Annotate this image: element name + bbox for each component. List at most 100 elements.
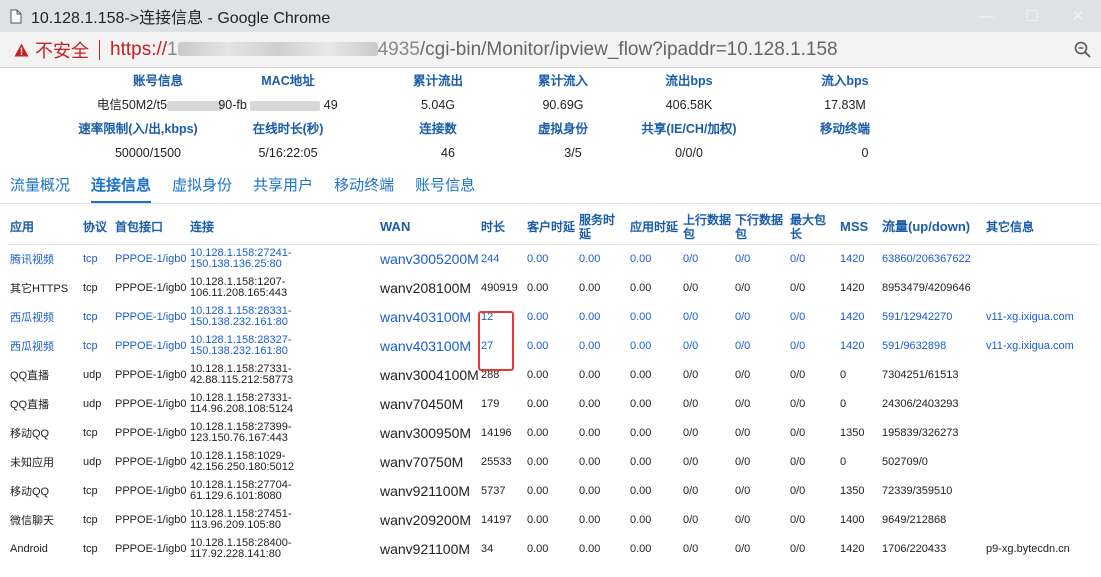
table-row[interactable]: QQ直播 udp PPPOE-1/igb0 10.128.1.158:27331- 42… (8, 360, 1098, 389)
mss-cell: 1350 (840, 426, 865, 439)
url-text[interactable]: https://1 4935/cgi-bin/Monitor/ipview_flo… (110, 39, 838, 61)
mss-cell: 1420 (840, 252, 865, 265)
server-latency-cell: 0.00 (579, 484, 601, 497)
wan-cell[interactable]: wanv921100M (378, 476, 479, 505)
column-header[interactable]: 时长 (479, 210, 525, 245)
table-row[interactable]: 西瓜视频 tcp PPPOE-1/igb0 10.128.1.158:28331- 15… (8, 302, 1098, 331)
url-host-prefix: 1 (167, 38, 178, 60)
table-row[interactable]: 其它HTTPS tcp PPPOE-1/igb0 10.128.1.158:1207-… (8, 273, 1098, 302)
column-header[interactable]: 服务时延 (577, 210, 628, 245)
app-latency-cell: 0.00 (630, 310, 652, 323)
app-cell[interactable]: QQ直播 (8, 389, 81, 418)
app-latency-cell: 0.00 (630, 542, 652, 555)
column-header[interactable]: 应用 (8, 210, 81, 245)
other-info-cell (984, 389, 1098, 418)
tab-virtual-identity[interactable]: 虚拟身份 (172, 171, 232, 203)
wan-cell[interactable]: wanv403100M (378, 331, 479, 360)
app-cell[interactable]: 西瓜视频 (8, 302, 81, 331)
other-info-cell (984, 505, 1098, 534)
column-header[interactable]: 客户时延 (525, 210, 577, 245)
duration-cell: 244 (481, 252, 500, 265)
url-host-redacted (177, 42, 378, 57)
zoom-icon[interactable] (1073, 40, 1093, 60)
app-cell[interactable]: 微信聊天 (8, 505, 81, 534)
app-cell[interactable]: 未知应用 (8, 447, 81, 476)
max-length-cell: 0/0 (790, 310, 806, 323)
column-header[interactable]: MSS (838, 210, 880, 245)
column-header[interactable]: 其它信息 (984, 210, 1098, 245)
page-icon (10, 9, 22, 23)
wan-cell[interactable]: wanv70750M (378, 447, 479, 476)
duration-cell: 25533 (481, 455, 512, 468)
security-label[interactable]: 不安全 (35, 37, 89, 63)
column-header[interactable]: WAN (378, 210, 479, 245)
address-bar[interactable]: 不安全 https://1 4935/cgi-bin/Monitor/ipview… (0, 32, 1101, 68)
table-row[interactable]: 移动QQ tcp PPPOE-1/igb0 10.128.1.158:27704- 61… (8, 476, 1098, 505)
wan-cell[interactable]: wanv208100M (378, 273, 479, 302)
connection-destination: 113.96.209.105:80 (190, 518, 281, 531)
tab-connections[interactable]: 连接信息 (91, 171, 152, 203)
wan-cell[interactable]: wanv209200M (378, 505, 479, 534)
info-header: 在线时长(秒) (252, 122, 324, 136)
server-latency-cell: 0.00 (579, 310, 601, 323)
connection-destination: 114.96.208.108:5124 (190, 402, 294, 415)
flow-cell: 9649/212868 (882, 513, 947, 526)
wan-cell[interactable]: wanv300950M (378, 418, 479, 447)
column-header[interactable]: 流量(up/down) (880, 210, 984, 245)
app-cell[interactable]: 移动QQ (8, 418, 81, 447)
tab-account-info[interactable]: 账号信息 (415, 171, 475, 203)
table-row[interactable]: QQ直播 udp PPPOE-1/igb0 10.128.1.158:27331- 11… (8, 389, 1098, 418)
maximize-icon[interactable]: ☐ (1009, 0, 1055, 32)
tab-traffic-overview[interactable]: 流量概况 (10, 171, 70, 203)
flow-cell: 195839/326273 (882, 426, 959, 439)
interface-cell: PPPOE-1/igb0 (115, 542, 187, 555)
column-header[interactable]: 连接 (188, 210, 378, 245)
app-cell[interactable]: 西瓜视频 (8, 331, 81, 360)
column-header[interactable]: 下行数据包 (733, 210, 788, 245)
app-cell[interactable]: Android (8, 534, 81, 563)
info-header: 流出bps (665, 74, 713, 88)
server-latency-cell: 0.00 (579, 542, 601, 555)
tab-mobile-terminals[interactable]: 移动终端 (334, 171, 394, 203)
server-latency-cell: 0.00 (579, 455, 601, 468)
wan-cell[interactable]: wanv921100M (378, 534, 479, 563)
app-latency-cell: 0.00 (630, 426, 652, 439)
app-cell[interactable]: 腾讯视频 (8, 244, 81, 273)
protocol-cell: tcp (83, 310, 98, 323)
window-titlebar: 10.128.1.158->连接信息 - Google Chrome — ☐ ✕ (0, 0, 1101, 32)
app-cell[interactable]: QQ直播 (8, 360, 81, 389)
table-row[interactable]: 移动QQ tcp PPPOE-1/igb0 10.128.1.158:27399- 12… (8, 418, 1098, 447)
close-icon[interactable]: ✕ (1055, 0, 1101, 32)
tab-shared-users[interactable]: 共享用户 (253, 171, 313, 203)
interface-cell: PPPOE-1/igb0 (115, 281, 187, 294)
wan-cell[interactable]: wanv70450M (378, 389, 479, 418)
app-latency-cell: 0.00 (630, 252, 652, 265)
connection-source: 10.128.1.158:27331- (190, 362, 292, 375)
client-latency-cell: 0.00 (527, 310, 549, 323)
duration-cell: 5737 (481, 484, 506, 497)
table-row[interactable]: 西瓜视频 tcp PPPOE-1/igb0 10.128.1.158:28327- 15… (8, 331, 1098, 360)
column-header[interactable]: 首包接口 (113, 210, 188, 245)
up-packets-cell: 0/0 (683, 426, 699, 439)
up-packets-cell: 0/0 (683, 455, 699, 468)
column-header[interactable]: 上行数据包 (681, 210, 733, 245)
app-cell[interactable]: 移动QQ (8, 476, 81, 505)
connection-source: 10.128.1.158:27451- (190, 507, 292, 520)
table-row[interactable]: Android tcp PPPOE-1/igb0 10.128.1.158:28400… (8, 534, 1098, 563)
app-cell[interactable]: 其它HTTPS (8, 273, 81, 302)
out-bps-value: 406.58K (665, 98, 713, 112)
wan-cell[interactable]: wanv3005200M (378, 244, 479, 273)
column-header[interactable]: 应用时延 (628, 210, 681, 245)
wan-cell[interactable]: wanv403100M (378, 302, 479, 331)
warning-icon[interactable] (14, 43, 29, 57)
column-header[interactable]: 最大包长 (788, 210, 838, 245)
minimize-icon[interactable]: — (963, 0, 1009, 32)
flow-cell: 7304251/61513 (882, 368, 959, 381)
down-packets-cell: 0/0 (735, 252, 751, 265)
table-row[interactable]: 微信聊天 tcp PPPOE-1/igb0 10.128.1.158:27451- 11… (8, 505, 1098, 534)
wan-cell[interactable]: wanv3004100M (378, 360, 479, 389)
down-packets-cell: 0/0 (735, 310, 751, 323)
column-header[interactable]: 协议 (81, 210, 113, 245)
table-row[interactable]: 未知应用 udp PPPOE-1/igb0 10.128.1.158:1029- 42.… (8, 447, 1098, 476)
table-row[interactable]: 腾讯视频 tcp PPPOE-1/igb0 10.128.1.158:27241- 15… (8, 244, 1098, 273)
